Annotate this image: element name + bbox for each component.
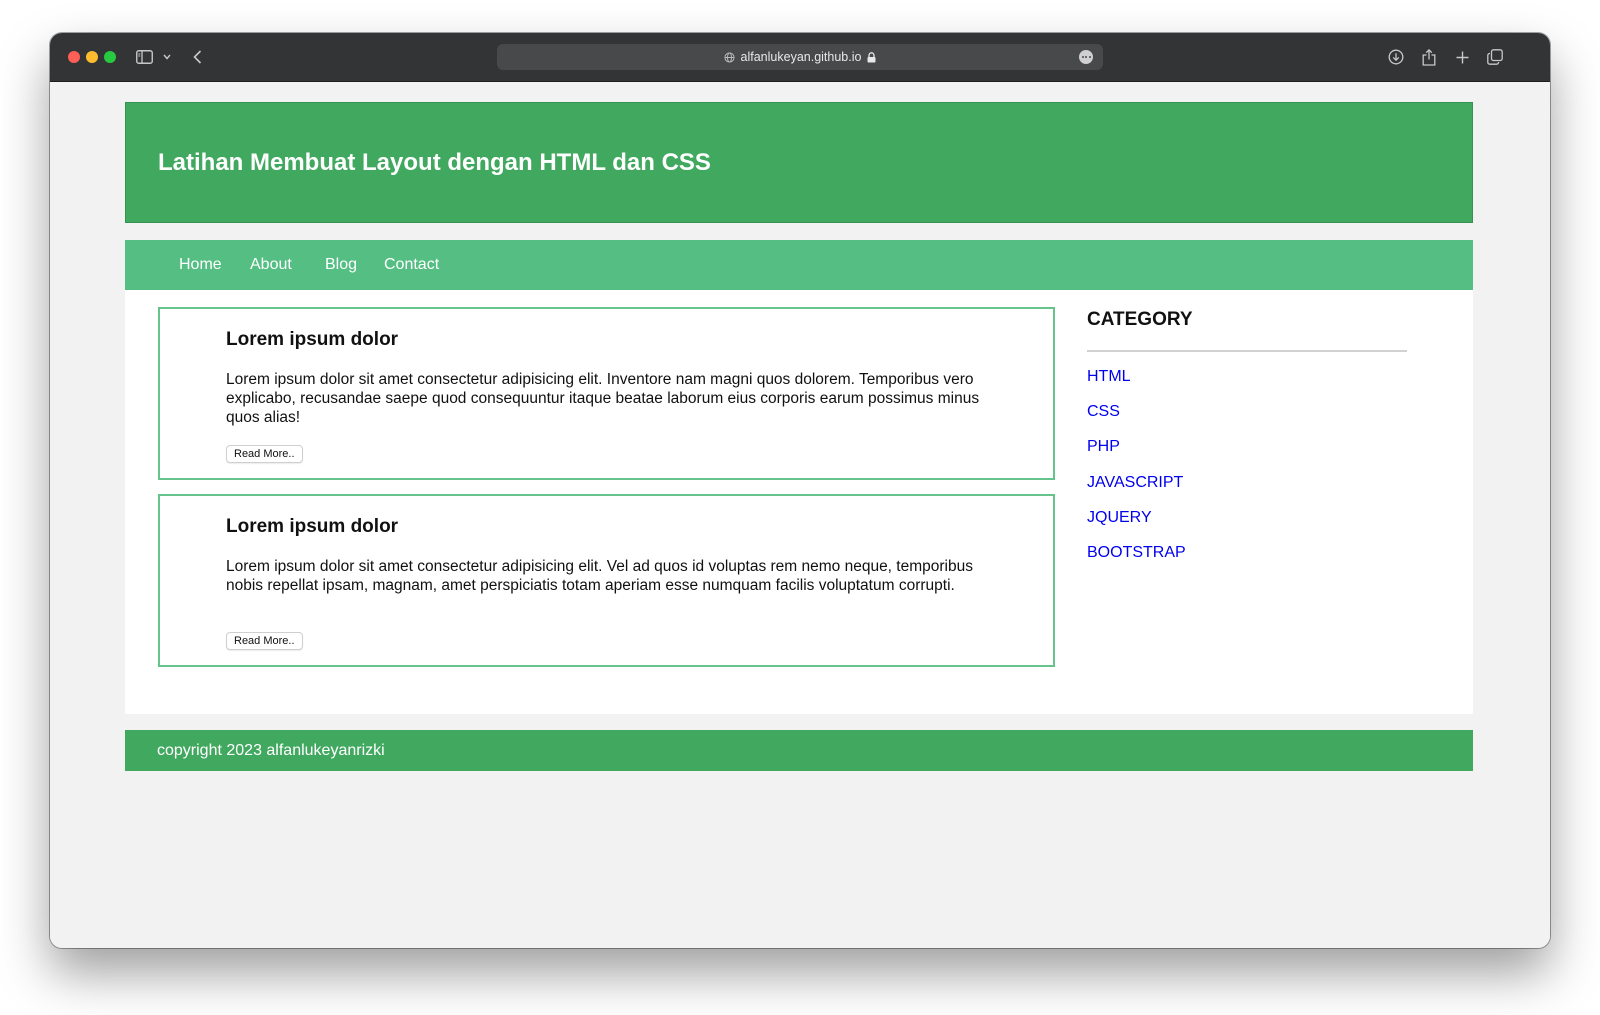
read-more-button[interactable]: Read More.. [226,632,303,650]
minimize-window-button[interactable] [86,51,98,63]
more-icon[interactable] [1079,50,1093,64]
read-more-button[interactable]: Read More.. [226,445,303,463]
share-icon[interactable] [1419,45,1439,69]
site-title: Latihan Membuat Layout dengan HTML dan C… [158,149,711,176]
lock-icon [867,51,876,63]
sidebar-title: CATEGORY [1087,309,1193,330]
footer-text: copyright 2023 alfanlukeyanrizki [157,742,385,759]
list-item: BOOTSTRAP [1087,543,1407,578]
browser-window: alfanlukeyan.github.io Latihan Membuat L… [50,33,1550,948]
nav-item-contact[interactable]: Contact [384,255,439,275]
category-link-javascript[interactable]: JAVASCRIPT [1087,474,1183,491]
nav-item-about[interactable]: About [250,255,292,275]
main-content: Lorem ipsum dolor Lorem ipsum dolor sit … [125,290,1473,714]
globe-icon [723,51,735,63]
list-item: HTML [1087,367,1407,402]
chevron-down-icon[interactable] [160,45,174,69]
site-header: Latihan Membuat Layout dengan HTML dan C… [125,102,1473,223]
category-sidebar: CATEGORY HTML CSS PHP JAVASCRIPT JQUERY … [1087,308,1407,578]
list-item: JAVASCRIPT [1087,473,1407,508]
zoom-window-button[interactable] [104,51,116,63]
article-title: Lorem ipsum dolor [226,516,399,537]
nav-item-blog[interactable]: Blog [325,255,357,275]
url-text: alfanlukeyan.github.io [740,50,862,64]
article-title: Lorem ipsum dolor [226,329,399,350]
category-link-jquery[interactable]: JQUERY [1087,509,1152,526]
category-link-php[interactable]: PHP [1087,438,1120,455]
category-link-css[interactable]: CSS [1087,403,1120,420]
article-body: Lorem ipsum dolor sit amet consectetur a… [226,558,973,594]
page-viewport: Latihan Membuat Layout dengan HTML dan C… [50,82,1550,948]
article-card: Lorem ipsum dolor Lorem ipsum dolor sit … [158,307,1055,480]
nav-item-home[interactable]: Home [179,255,222,275]
article-body: Lorem ipsum dolor sit amet consectetur a… [226,371,980,426]
list-item: JQUERY [1087,508,1407,543]
category-link-bootstrap[interactable]: BOOTSTRAP [1087,544,1186,561]
sidebar-divider [1087,350,1407,352]
list-item: CSS [1087,402,1407,437]
sidebar-icon[interactable] [134,45,154,69]
category-list: HTML CSS PHP JAVASCRIPT JQUERY BOOTSTRAP [1087,367,1407,578]
plus-icon[interactable] [1452,45,1472,69]
download-icon[interactable] [1386,45,1406,69]
tab-overview-icon[interactable] [1484,45,1506,69]
chevron-left-icon[interactable] [188,45,206,69]
main-nav: Home About Blog Contact [125,240,1473,290]
site-footer: copyright 2023 alfanlukeyanrizki [125,730,1473,771]
article-card: Lorem ipsum dolor Lorem ipsum dolor sit … [158,494,1055,667]
address-bar[interactable]: alfanlukeyan.github.io [497,44,1103,70]
list-item: PHP [1087,437,1407,472]
category-link-html[interactable]: HTML [1087,368,1131,385]
close-window-button[interactable] [68,51,80,63]
browser-toolbar: alfanlukeyan.github.io [50,33,1550,82]
